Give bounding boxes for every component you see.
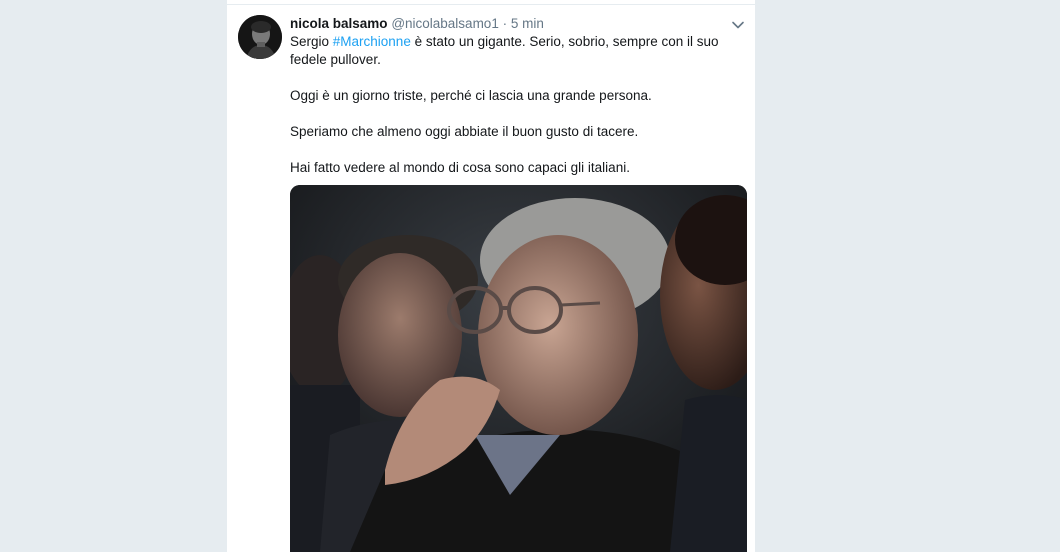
author-handle[interactable]: @nicolabalsamo1	[391, 16, 499, 31]
tweet-paragraph-2: Oggi è un giorno triste, perché ci lasci…	[290, 88, 652, 103]
separator-dot: ·	[502, 16, 508, 31]
avatar[interactable]	[238, 15, 282, 59]
tweet-photo[interactable]	[290, 185, 747, 552]
chevron-down-icon[interactable]	[729, 16, 747, 34]
tweet-paragraph-1: Sergio #Marchionne è stato un gigante. S…	[290, 33, 740, 69]
tweet-text: Sergio #Marchionne è stato un gigante. S…	[290, 33, 740, 195]
timeline-column: nicola balsamo @nicolabalsamo1 · 5 min S…	[226, 0, 756, 552]
tweet-timestamp[interactable]: 5 min	[511, 16, 544, 31]
text-prefix: Sergio	[290, 34, 333, 49]
tweet-paragraph-3: Speriamo che almeno oggi abbiate il buon…	[290, 124, 639, 139]
divider	[227, 4, 755, 5]
tweet-paragraph-4: Hai fatto vedere al mondo di cosa sono c…	[290, 160, 630, 175]
author-name[interactable]: nicola balsamo	[290, 16, 388, 31]
hashtag-link[interactable]: #Marchionne	[333, 34, 411, 49]
tweet-header: nicola balsamo @nicolabalsamo1 · 5 min	[290, 15, 544, 33]
